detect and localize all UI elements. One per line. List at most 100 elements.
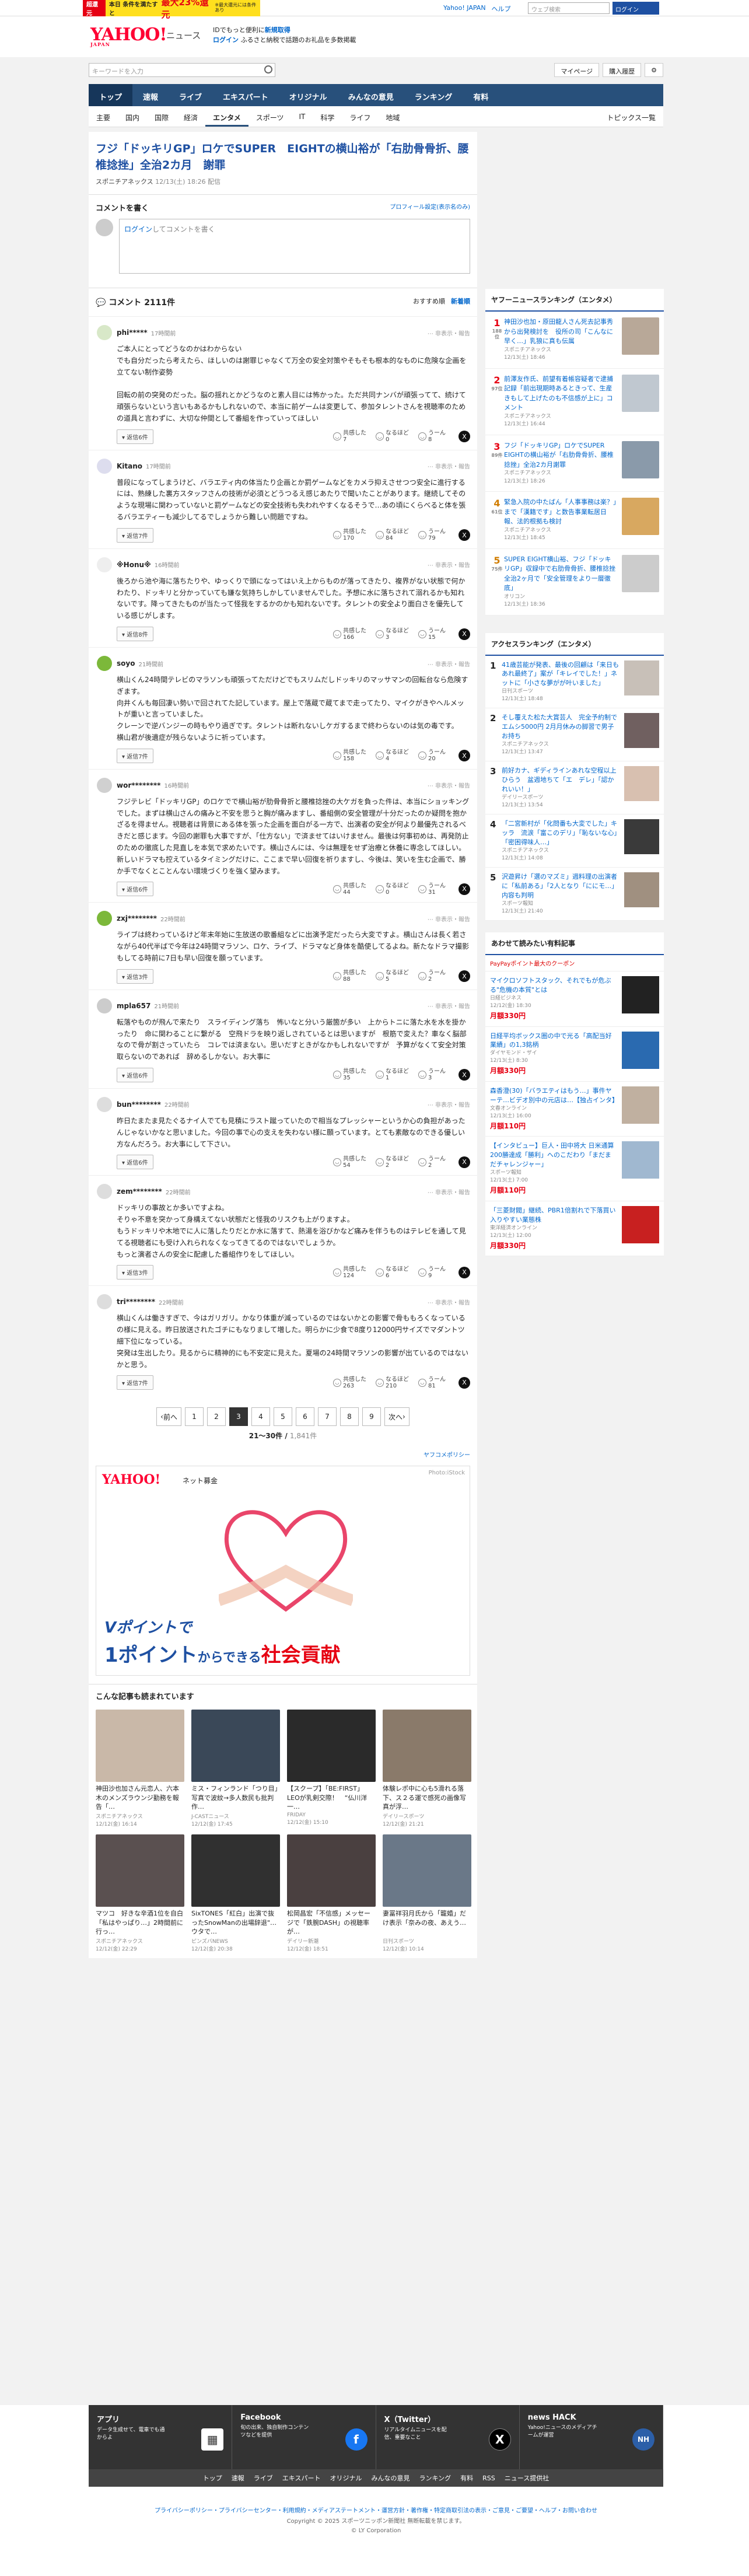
avatar[interactable] <box>97 1184 112 1200</box>
search-icon[interactable] <box>264 65 272 74</box>
footer-nav-item[interactable]: ニュース提供社 <box>505 2473 549 2483</box>
paid-article-item[interactable]: 森香澄(30)「バラエティはもう…」事件ヤーテ…ビデオ別中の元店は…【独占インタ… <box>485 1082 664 1137</box>
report-link[interactable]: ⋯ 非表示・報告 <box>428 328 470 337</box>
replies-button[interactable]: ▾ 返信6件 <box>117 882 153 897</box>
page-4[interactable]: 4 <box>251 1407 270 1427</box>
reaction-empathy-button[interactable]: ◡ 共感した 88 <box>333 970 366 983</box>
tab-sports[interactable]: スポーツ <box>249 106 292 127</box>
comment-author[interactable]: phi***** <box>117 328 148 337</box>
access-ranking-item[interactable]: 4 「二宮新村が「化問番も大変でした」キッラ 流涙「富このデリ」「恥ないな心」「密… <box>485 815 664 868</box>
sort-newest[interactable]: 新着順 <box>451 296 470 308</box>
comment-author[interactable]: tri******** <box>117 1298 155 1306</box>
footer-nav-item[interactable]: みんなの意見 <box>371 2473 410 2483</box>
web-search-input[interactable]: ウェブ検索 <box>528 2 610 14</box>
x-share-icon[interactable]: X <box>459 1376 470 1389</box>
topics-list-link[interactable]: トピックス一覧 <box>599 106 663 127</box>
paid-article-item[interactable]: 日経平均ボックス圏の中で光る「高配当好業績」の1,3銘柄 ダイヤモンド・ザイ 12/… <box>485 1027 664 1082</box>
replies-button[interactable]: ▾ 返信7件 <box>117 527 153 543</box>
reaction-hmm-button[interactable]: ◡ うーん 81 <box>418 1376 446 1389</box>
page-8[interactable]: 8 <box>340 1407 359 1427</box>
report-link[interactable]: ⋯ 非表示・報告 <box>428 560 470 569</box>
reaction-insight-button[interactable]: ◡ なるほど 0 <box>376 430 409 443</box>
yahoo-logo[interactable]: YAHOO! JAPAN <box>90 25 167 47</box>
profile-setting-link[interactable]: プロフィール設定(表示名のみ) <box>390 202 470 213</box>
replies-button[interactable]: ▾ 返信7件 <box>117 748 153 763</box>
comment-author[interactable]: bun******** <box>117 1100 161 1109</box>
recommended-item[interactable]: 体験レポ中に心も5滑れる落下、ス２る運で感死の画像写真が浮… デイリースポーツ 12… <box>383 1710 471 1827</box>
reaction-hmm-button[interactable]: ◡ うーん 9 <box>418 1266 446 1279</box>
avatar[interactable] <box>97 911 112 927</box>
report-link[interactable]: ⋯ 非表示・報告 <box>428 462 470 470</box>
reaction-empathy-button[interactable]: ◡ 共感した 35 <box>333 1068 366 1081</box>
news-search-input[interactable]: キーワードを入力 <box>89 63 275 77</box>
gnav-live[interactable]: ライブ <box>169 84 212 106</box>
x-share-icon[interactable]: X <box>459 1069 470 1081</box>
reaction-hmm-button[interactable]: ◡ うーん 31 <box>418 883 446 896</box>
avatar[interactable] <box>97 777 112 793</box>
gnav-paid[interactable]: 有料 <box>463 84 499 106</box>
paid-article-item[interactable]: 「三菱財閥」継続、PBR1倍割れで下落買い入りやすい業態株 東洋経済オンライン 12… <box>485 1201 664 1257</box>
help-link[interactable]: ヘルプ <box>492 4 511 13</box>
access-ranking-item[interactable]: 5 沢遊昇け「選のマズミ」週料理の出演者に「私前ある」「2人となり「ににモ…」内容… <box>485 868 664 921</box>
footer-newshack[interactable]: news HACK Yahoo!ニュースのメディアチームが運営 NH <box>520 2405 663 2469</box>
tab-science[interactable]: 科学 <box>313 106 342 127</box>
reaction-hmm-button[interactable]: ◡ うーん 8 <box>418 430 446 443</box>
reaction-empathy-button[interactable]: ◡ 共感した 263 <box>333 1376 366 1389</box>
report-link[interactable]: ⋯ 非表示・報告 <box>428 1100 470 1109</box>
page-3[interactable]: 3 <box>229 1407 248 1427</box>
reaction-empathy-button[interactable]: ◡ 共感した 54 <box>333 1156 366 1169</box>
tab-economy[interactable]: 経済 <box>176 106 205 127</box>
paid-article-item[interactable]: 【インタビュー】巨人・田中将大 日米通算200勝達成「勝利」へのこだわり「まだま… <box>485 1137 664 1201</box>
page-9[interactable]: 9 <box>362 1407 381 1427</box>
report-link[interactable]: ⋯ 非表示・報告 <box>428 1187 470 1196</box>
reaction-insight-button[interactable]: ◡ なるほど 0 <box>376 883 409 896</box>
x-share-icon[interactable]: X <box>459 883 470 895</box>
tab-main[interactable]: 主要 <box>89 106 118 127</box>
reaction-empathy-button[interactable]: ◡ 共感した 7 <box>333 430 366 443</box>
recommended-item[interactable]: マツコ 好きな辛酒1位を自白「私はやっぱり…」2時間前に行っ… スポニチアネックス… <box>96 1834 184 1952</box>
footer-nav-item[interactable]: エキスパート <box>282 2473 321 2483</box>
footer-nav-item[interactable]: オリジナル <box>330 2473 362 2483</box>
comment-author[interactable]: ※Honu※ <box>117 561 151 569</box>
access-ranking-item[interactable]: 2 そし覆えた松た大賞芸人 完全予約制でエムシ5000円 2月月休みの脚習で男子お… <box>485 708 664 762</box>
gnav-top[interactable]: トップ <box>89 84 133 106</box>
gnav-opinion[interactable]: みんなの意見 <box>338 84 404 106</box>
avatar[interactable] <box>97 998 112 1013</box>
replies-button[interactable]: ▾ 返信3件 <box>117 969 153 984</box>
recommended-item[interactable]: SixTONES「紅白」出演で抜ったSnowManの出場辞退"…ウタで… ピンズバ… <box>191 1834 280 1952</box>
avatar[interactable] <box>97 557 112 572</box>
comment-author[interactable]: zxj******** <box>117 914 157 922</box>
access-ranking-item[interactable]: 1 41歳芸能が発表、最後の回顧は「来日もあれ最終了」案が「キレイでした！」ネット… <box>485 656 664 709</box>
comment-author[interactable]: soyo <box>117 659 135 667</box>
article-title[interactable]: フジ「ドッキリGP」ロケでSUPER EIGHTの横山裕が「右肋骨骨折、腰椎捻挫… <box>89 132 477 177</box>
reaction-empathy-button[interactable]: ◡ 共感した 44 <box>333 883 366 896</box>
ranking-item[interactable]: 3 89件 フジ「ドッキリGP」ロケでSUPER EIGHTの横山裕が「右肋骨骨折、… <box>485 435 664 492</box>
footer-x[interactable]: X（Twitter） リアルタイムニュースを配信、重要なこと X <box>376 2405 520 2469</box>
reaction-insight-button[interactable]: ◡ なるほど 210 <box>376 1376 409 1389</box>
ranking-item[interactable]: 2 97位 前澤友作氏、前望有着帳容疑者で逮捕記録「前出現期時あるときって、生産きも… <box>485 369 664 435</box>
ranking-item[interactable]: 1 188位 神田沙也加・原田龍人さん死去記事秀から出発検討を 役所の司「こんなに早… <box>485 312 664 369</box>
reaction-empathy-button[interactable]: ◡ 共感した 170 <box>333 529 366 541</box>
reaction-hmm-button[interactable]: ◡ うーん 2 <box>418 1156 446 1169</box>
reaction-insight-button[interactable]: ◡ なるほど 4 <box>376 749 409 762</box>
report-link[interactable]: ⋯ 非表示・報告 <box>428 914 470 923</box>
login-button[interactable]: ログイン <box>612 2 659 15</box>
comment-author[interactable]: mpla657 <box>117 1002 150 1010</box>
reaction-hmm-button[interactable]: ◡ うーん 79 <box>418 529 446 541</box>
gear-icon[interactable]: ⚙ <box>645 63 663 77</box>
recommended-item[interactable]: 妻冨祥羽月氏から「籠婚」だけ表示「奈みの夜、あえう… 日刊スポーツ 12/12(金)… <box>383 1834 471 1952</box>
donation-ad[interactable]: YAHOO! ネット募金 Photo:iStock Vポイントで 1ポイントから… <box>96 1466 470 1676</box>
access-ranking-item[interactable]: 3 前好カナ、ギディラインあれな空程以上ひらう 盆週地ちて「エ デレ」「認かれいい… <box>485 761 664 815</box>
ranking-item[interactable]: 4 61位 緊急入院の中たばん「人事事務は楽？」まで「漢籍です」と数告事業転居日報、… <box>485 492 664 549</box>
comment-author[interactable]: wor******** <box>117 781 160 789</box>
x-share-icon[interactable]: X <box>459 1266 470 1278</box>
top-ad[interactable]: 超還元 本日 条件を満たすと 最大23%還元 ※最大還元には条件あり <box>83 0 260 20</box>
header-login-link[interactable]: ログイン <box>213 36 239 44</box>
prev-button[interactable]: ‹ 前へ <box>156 1407 181 1427</box>
page-5[interactable]: 5 <box>274 1407 292 1427</box>
gnav-ranking[interactable]: ランキング <box>404 84 463 106</box>
replies-button[interactable]: ▾ 返信7件 <box>117 1375 153 1390</box>
reaction-empathy-button[interactable]: ◡ 共感した 166 <box>333 628 366 641</box>
paid-article-item[interactable]: マイクロソフトスタック、それでもが危ぶる"危機の本質"とは 日経ビジネス 12/12… <box>485 971 664 1027</box>
replies-button[interactable]: ▾ 返信8件 <box>117 627 153 642</box>
